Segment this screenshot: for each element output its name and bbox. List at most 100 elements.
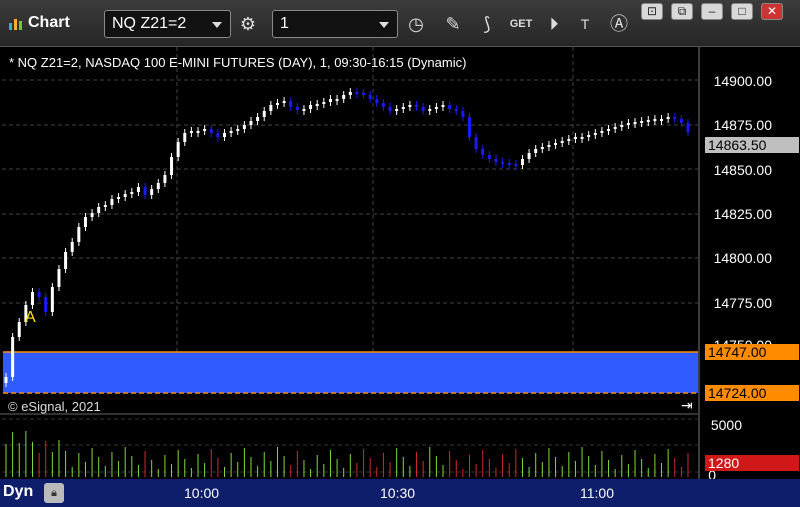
candle-body	[57, 269, 61, 287]
study-icon[interactable]: ⟆	[474, 10, 500, 38]
candle-body	[355, 92, 359, 94]
candle-body	[554, 143, 558, 145]
candle-body	[123, 194, 127, 197]
candle-body	[249, 121, 253, 125]
candle-body	[236, 129, 240, 131]
candle-body	[37, 292, 41, 297]
text-icon[interactable]: T	[572, 10, 598, 38]
candle-body	[534, 149, 538, 153]
price-label-14825: 14825.00	[713, 206, 772, 222]
window-title: Chart	[28, 14, 70, 31]
scroll-to-end-icon[interactable]: ⇥	[681, 397, 693, 414]
candle-body	[130, 192, 134, 194]
candle-body	[50, 287, 54, 312]
copyright-text: © eSignal, 2021	[8, 399, 101, 414]
candle-body	[441, 105, 445, 107]
price-label-14875: 14875.00	[713, 117, 772, 133]
pencil-icon[interactable]: ✎	[440, 10, 466, 38]
restore-icon[interactable]: ⊡	[641, 3, 663, 20]
candle-body	[362, 93, 366, 95]
lock-icon[interactable]: 🔒︎	[44, 483, 64, 503]
candle-body	[467, 117, 471, 137]
candle-body	[474, 137, 478, 149]
candle-body	[368, 95, 372, 99]
candle-body	[434, 107, 438, 109]
candle-body	[262, 111, 266, 117]
candle-body	[600, 131, 604, 133]
candle-body	[309, 105, 313, 109]
cascade-icon[interactable]: ⧉	[671, 3, 693, 20]
candle-body	[203, 129, 207, 131]
time-label-1100: 11:00	[580, 485, 614, 501]
candle-body	[560, 141, 564, 143]
chart-area[interactable]: * NQ Z21=2, NASDAQ 100 E-MINI FUTURES (D…	[0, 47, 800, 507]
gear-icon[interactable]: ⚙	[235, 10, 261, 38]
candle-body	[150, 189, 154, 195]
clock-icon[interactable]: ◷	[403, 10, 429, 38]
candle-body	[494, 159, 498, 162]
candle-body	[143, 187, 147, 195]
candle-body	[77, 227, 81, 242]
candle-body	[573, 137, 577, 139]
dynamic-mode-label[interactable]: Dyn	[3, 483, 41, 505]
candle-body	[229, 131, 233, 133]
candle-body	[679, 119, 683, 123]
symbol-dropdown[interactable]: NQ Z21=2	[104, 10, 231, 38]
price-label-14850: 14850.00	[713, 162, 772, 178]
candle-body	[156, 183, 160, 189]
close-icon[interactable]: ✕	[761, 3, 783, 20]
candle-body	[163, 175, 167, 183]
candle-body	[547, 145, 551, 147]
candle-body	[176, 142, 180, 157]
candle-body	[110, 199, 114, 205]
get-icon[interactable]: GET	[508, 10, 534, 38]
candle-body	[256, 117, 260, 121]
candle-body	[328, 99, 332, 102]
candle-body	[448, 105, 452, 109]
candle-body	[44, 297, 48, 312]
maximize-icon[interactable]: □	[731, 3, 753, 20]
play-icon[interactable]: ⏵	[541, 10, 567, 38]
candle-body	[567, 139, 571, 141]
candle-body	[90, 213, 94, 217]
candle-body	[381, 103, 385, 107]
time-label-1030: 10:30	[380, 485, 416, 501]
candle-body	[395, 109, 399, 111]
candle-body	[487, 155, 491, 159]
candle-body	[342, 95, 346, 99]
candle-body	[136, 187, 140, 192]
candle-body	[633, 122, 637, 124]
candle-body	[335, 99, 339, 101]
chevron-down-icon	[212, 22, 222, 28]
price-chart[interactable]	[0, 47, 800, 507]
volume-label-5000: 5000	[710, 417, 742, 433]
candle-body	[587, 135, 591, 137]
minimize-icon[interactable]: –	[701, 3, 723, 20]
candle-body	[117, 197, 121, 199]
band-top-tag: 14747.00	[705, 344, 799, 360]
candle-body	[170, 157, 174, 175]
candle-body	[653, 119, 657, 121]
candle-body	[242, 125, 246, 129]
candle-body	[421, 107, 425, 111]
candle-body	[607, 129, 611, 131]
candle-body	[428, 109, 432, 111]
candle-body	[275, 103, 279, 105]
marker-a-label: A	[25, 309, 36, 326]
candle-body	[216, 133, 220, 137]
candle-body	[295, 107, 299, 110]
candle-body	[401, 107, 405, 109]
candle-body	[348, 92, 352, 95]
candle-body	[103, 205, 107, 207]
candle-body	[11, 337, 15, 377]
candle-body	[196, 131, 200, 133]
interval-dropdown[interactable]: 1	[272, 10, 398, 38]
alert-icon[interactable]: Ⓐ	[606, 10, 632, 38]
time-label-1000: 10:00	[184, 485, 220, 501]
candle-body	[660, 119, 664, 121]
candle-body	[388, 107, 392, 111]
candle-body	[289, 101, 293, 107]
candle-body	[673, 117, 677, 119]
price-label-14800: 14800.00	[713, 250, 772, 266]
candle-body	[223, 133, 227, 137]
